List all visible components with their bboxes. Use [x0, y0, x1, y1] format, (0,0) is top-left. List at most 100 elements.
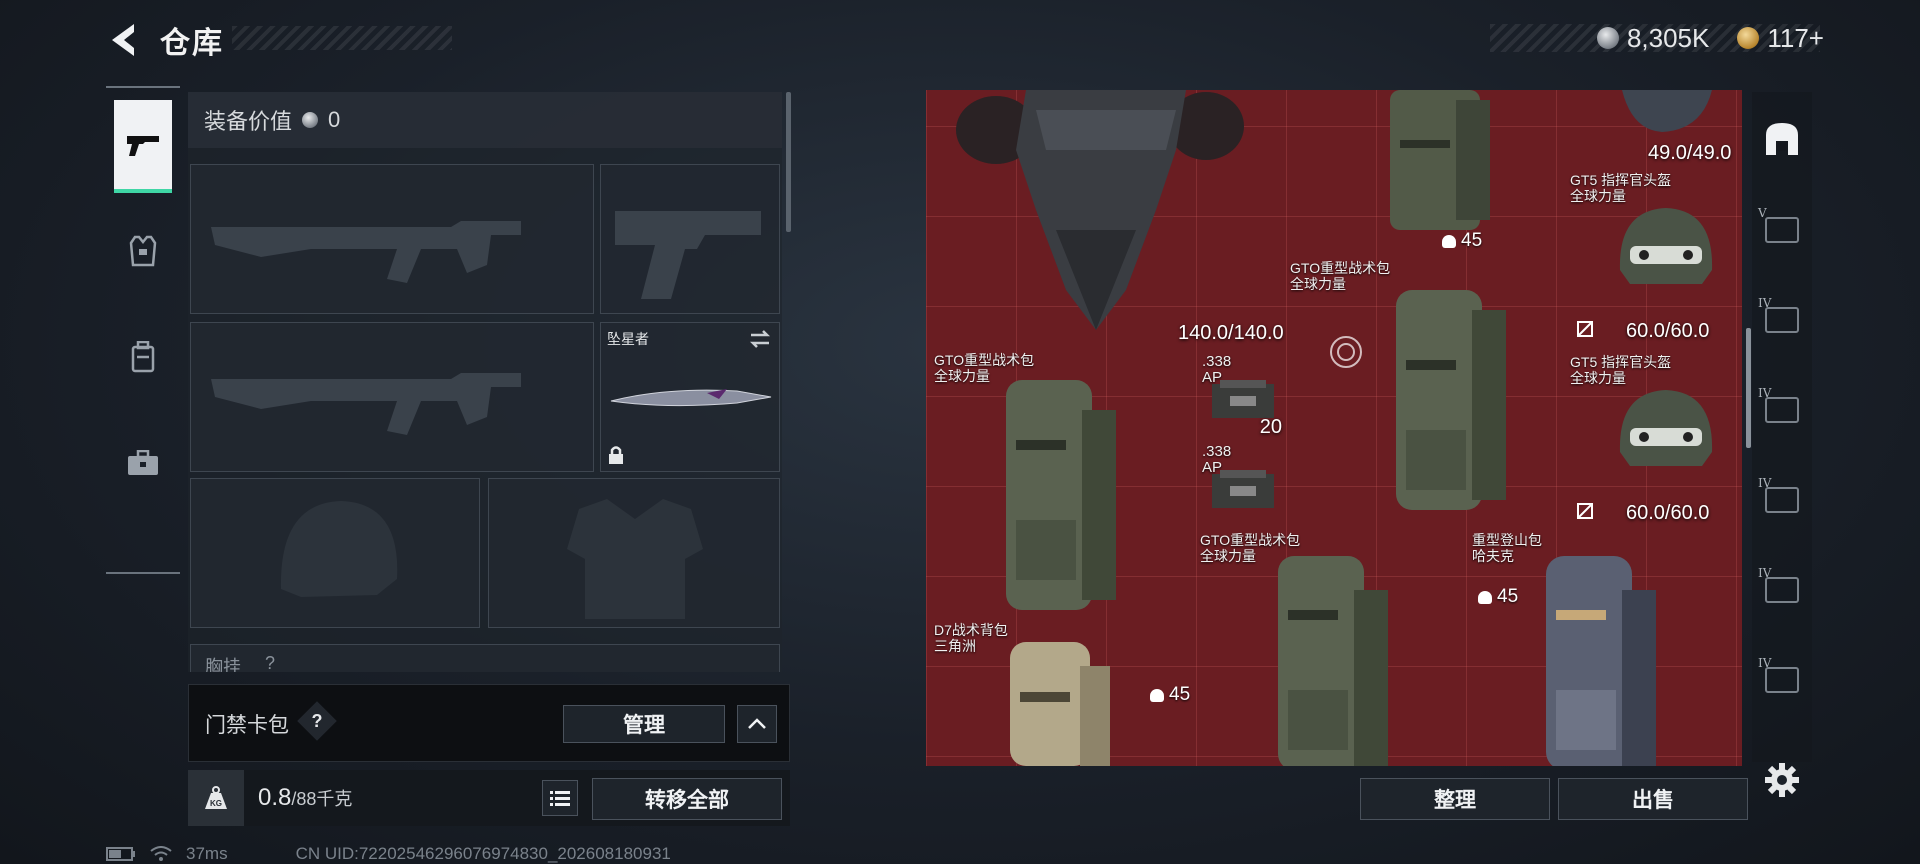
kg-glyph: KG — [210, 799, 222, 808]
backpack-image — [1390, 90, 1490, 230]
tab-case[interactable] — [114, 418, 172, 508]
tab-weapons[interactable] — [114, 100, 172, 193]
equip-value-label: 装备价值 — [204, 109, 293, 134]
stash-box-icon — [1765, 397, 1799, 423]
item-durability: 140.0/140.0 — [1178, 322, 1284, 344]
stash-item-helmet[interactable]: GT5 指挥官头盔 全球力量 60.0/60.0 — [1560, 170, 1740, 346]
stash-box-icon — [1765, 487, 1799, 513]
home-stash-icon — [1766, 123, 1798, 155]
stash-item-armor[interactable]: 140.0/140.0 — [956, 90, 1284, 348]
sell-button[interactable]: 出售 — [1558, 778, 1748, 820]
settings-gear-icon[interactable] — [1764, 762, 1800, 798]
item-name: GTO重型战术包 全球力量 — [1290, 260, 1391, 292]
collapse-button[interactable] — [737, 705, 777, 743]
stash-item-backpack[interactable]: 重型登山包 哈夫克 — [1470, 532, 1740, 766]
back-arrow-icon[interactable] — [104, 20, 142, 60]
keycard-label: 门禁卡包 — [205, 714, 289, 737]
tab-tier: IV — [1758, 476, 1772, 490]
item-durability: 49.0/49.0 — [1648, 142, 1732, 164]
stash-tab-4e[interactable]: IV — [1758, 656, 1804, 702]
tab-backpack[interactable] — [114, 312, 172, 402]
helmet-silhouette-icon — [280, 501, 398, 597]
item-capacity: 45 — [1442, 230, 1482, 252]
chest-rig-hint: ? — [265, 653, 276, 672]
ping: 37ms — [186, 844, 228, 863]
no-repair-icon — [1577, 321, 1593, 337]
target-reticle-icon — [1330, 336, 1362, 368]
armor-slot[interactable] — [488, 478, 780, 628]
stash-box-icon — [1765, 307, 1799, 333]
melee-slot[interactable]: 坠星者 — [600, 322, 780, 472]
secondary-weapon-slot[interactable] — [190, 322, 594, 472]
stash-item-helmet[interactable]: GT5 指挥官头盔 全球力量 60.0/60.0 — [1560, 352, 1740, 528]
stash-scrollbar[interactable] — [1746, 328, 1751, 448]
gold-coin-icon — [1737, 27, 1760, 49]
backpack-image — [1546, 556, 1656, 766]
no-repair-icon — [1577, 503, 1593, 519]
page-title: 仓库 — [160, 27, 224, 60]
sort-button[interactable]: 整理 — [1360, 778, 1550, 820]
rifle-silhouette-icon — [211, 221, 521, 283]
battery-icon — [106, 847, 135, 861]
item-name: D7战术背包 三角洲 — [934, 622, 1008, 654]
pistol-icon — [127, 136, 159, 156]
backpack-image — [1278, 556, 1388, 766]
ammo-count: 20 — [1259, 416, 1282, 438]
tab-tier: IV — [1758, 656, 1772, 670]
weight-bar: KG 0.8/88千克 转移全部 — [188, 770, 790, 826]
primary-weapon-slot[interactable] — [190, 164, 594, 314]
tactical-helmet-image — [1619, 208, 1713, 284]
help-icon[interactable]: ? — [297, 701, 337, 741]
stash-tab-5[interactable]: V — [1758, 206, 1804, 252]
stash-item-helmet-partial[interactable]: 49.0/49.0 — [1602, 90, 1738, 166]
stash-item-ammo[interactable]: .338 AP — [1198, 444, 1286, 532]
stash-home-tab[interactable] — [1760, 116, 1804, 160]
chest-rig-slot[interactable]: 胸挂 ? — [190, 644, 780, 672]
gold-currency[interactable]: 117+ — [1767, 23, 1824, 54]
weight-max: /88千克 — [291, 789, 353, 809]
stash-item-backpack[interactable]: D7战术背包 三角洲 — [930, 622, 1196, 766]
title-decoration — [232, 26, 452, 50]
ammo-box-image — [1212, 380, 1274, 418]
rifle-silhouette-icon — [211, 373, 521, 435]
vest-silhouette-icon — [567, 499, 703, 619]
wifi-icon — [150, 846, 172, 861]
backpack-image — [1010, 642, 1110, 766]
capacity-value: 45 — [1461, 230, 1483, 251]
tab-tier: IV — [1758, 386, 1772, 400]
stash-item-backpack[interactable]: GTO重型战术包 全球力量 — [1200, 532, 1470, 766]
item-name: 重型登山包 哈夫克 — [1472, 532, 1542, 564]
stash-tab-4a[interactable]: IV — [1758, 296, 1804, 342]
item-durability: 60.0/60.0 — [1626, 502, 1710, 524]
stash-box-icon — [1765, 667, 1799, 693]
tab-tier: V — [1758, 206, 1767, 220]
equipment-value: 装备价值 0 — [188, 92, 782, 148]
swap-icon[interactable] — [749, 329, 771, 349]
helmet-slot[interactable] — [190, 478, 480, 628]
stash-item-backpack[interactable]: 45 — [1370, 90, 1516, 255]
tab-tier: IV — [1758, 296, 1772, 310]
status-bar: 37ms CN UID:72202546296076974830_2026081… — [106, 844, 671, 864]
keycard-bar: 门禁卡包 ? 管理 — [188, 684, 790, 762]
stash-tab-4d[interactable]: IV — [1758, 566, 1804, 612]
stash-item-ammo[interactable]: .338 AP 20 — [1198, 354, 1286, 442]
loadout-scrollbar[interactable] — [786, 92, 791, 232]
silver-currency: 8,305K — [1626, 22, 1710, 53]
weight-icon — [1442, 234, 1456, 248]
stash-tab-4b[interactable]: IV — [1758, 386, 1804, 432]
equip-value: 0 — [328, 107, 341, 132]
armor-vest-image — [956, 90, 1244, 330]
list-view-button[interactable] — [542, 780, 578, 816]
transfer-all-button[interactable]: 转移全部 — [592, 778, 782, 820]
vest-icon — [129, 235, 157, 267]
stash-tabs: V IV IV IV IV IV — [1752, 92, 1812, 762]
manage-button[interactable]: 管理 — [563, 705, 725, 743]
tab-armor[interactable] — [114, 206, 172, 296]
knife-icon — [610, 389, 772, 407]
stash-tab-4c[interactable]: IV — [1758, 476, 1804, 522]
melee-name: 坠星者 — [607, 331, 649, 347]
sidearm-slot[interactable] — [600, 164, 780, 314]
stash-grid[interactable]: 140.0/140.0 45 49.0/49.0 GT5 指挥官头盔 全球力量 … — [926, 90, 1742, 766]
lock-icon — [609, 446, 623, 464]
helmet-image — [1622, 90, 1712, 132]
